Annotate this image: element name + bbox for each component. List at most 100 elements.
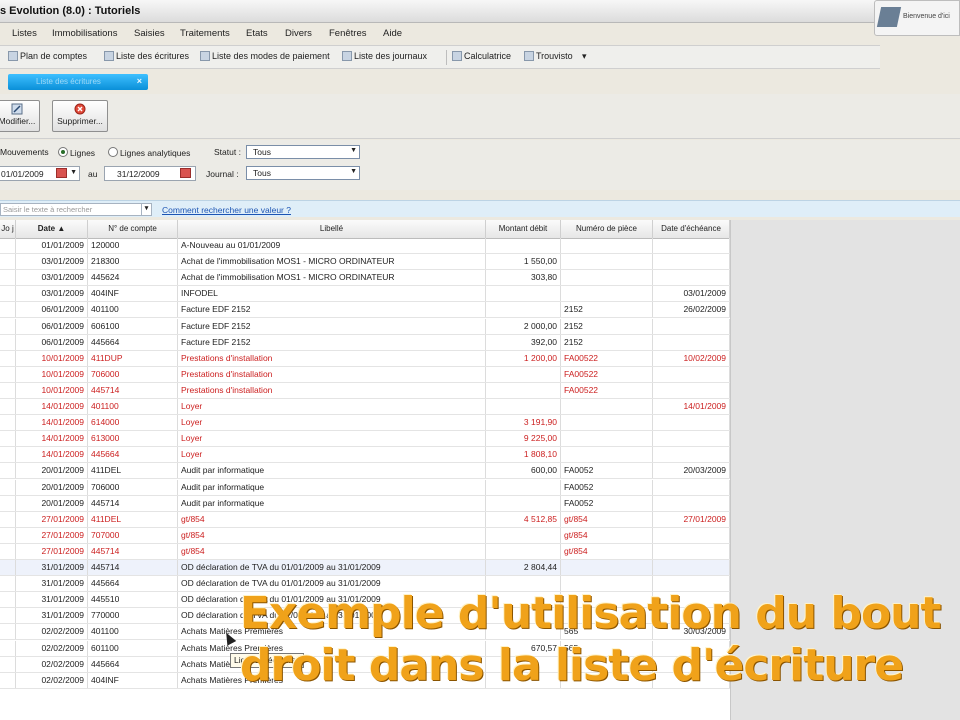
cell-piece: 2152	[561, 302, 653, 318]
cell-date: 27/01/2009	[16, 543, 88, 559]
menu-aide[interactable]: Aide	[383, 28, 402, 39]
cell-debit	[486, 479, 561, 495]
menu-divers[interactable]: Divers	[285, 28, 312, 39]
menu-fenetres[interactable]: Fenêtres	[329, 28, 367, 39]
toolbar-overflow-chevron-icon[interactable]: ▾	[582, 51, 587, 62]
table-row[interactable]: 06/01/2009 401100 Facture EDF 2152 2152 26/0…	[0, 302, 730, 319]
menu-saisies[interactable]: Saisies	[134, 28, 165, 39]
radio-analytic-lines[interactable]: Lignes analytiques	[108, 147, 190, 158]
radio-analytic-label: Lignes analytiques	[120, 148, 191, 158]
menu-listes[interactable]: Listes	[12, 28, 37, 39]
cell-date: 27/01/2009	[16, 511, 88, 527]
badge-text: Bienvenue d'ici	[903, 13, 950, 20]
cell-due-date: 10/02/2009	[653, 350, 730, 366]
cell-label: Loyer	[178, 399, 486, 415]
table-row[interactable]: 14/01/2009 445664 Loyer 1 808,10	[0, 447, 730, 464]
col-piece[interactable]: Numéro de pièce	[561, 220, 653, 238]
menu-immobilisations[interactable]: Immobilisations	[52, 28, 117, 39]
cell-account: 445664	[88, 656, 178, 672]
col-label[interactable]: Libellé	[178, 220, 486, 238]
menu-bar: Listes Immobilisations Saisies Traitemen…	[0, 26, 880, 42]
cell-piece: FA00522	[561, 350, 653, 366]
chevron-down-icon[interactable]: ▼	[70, 169, 77, 176]
cell-debit	[486, 527, 561, 543]
cell-journal	[0, 286, 16, 302]
cell-label: Achat de l'immobilisation MOS1 - MICRO O…	[178, 254, 486, 270]
cell-due-date	[653, 495, 730, 511]
cell-debit: 392,00	[486, 334, 561, 350]
logo-icon	[876, 7, 902, 27]
cell-debit: 303,80	[486, 270, 561, 286]
table-row[interactable]: 03/01/2009 218300 Achat de l'immobilisatio…	[0, 254, 730, 271]
toolbar-modes-paiement-button[interactable]: Liste des modes de paiement	[200, 51, 330, 61]
app-logo-badge: Bienvenue d'ici	[874, 0, 960, 36]
cell-date: 02/02/2009	[16, 656, 88, 672]
cell-debit: 1 200,00	[486, 350, 561, 366]
table-row[interactable]: 01/01/2009 120000 A-Nouveau au 01/01/2009	[0, 238, 730, 255]
cell-debit	[486, 366, 561, 382]
search-input[interactable]: Saisir le texte à rechercher ▾	[0, 203, 152, 216]
cell-account: 404INF	[88, 286, 178, 302]
menu-traitements[interactable]: Traitements	[180, 28, 230, 39]
table-row[interactable]: 27/01/2009 411DEL gt/854 4 512,85 gt/854 27/0…	[0, 511, 730, 528]
radio-selected-icon	[58, 147, 68, 157]
col-due-date[interactable]: Date d'échéance	[653, 220, 730, 238]
table-row[interactable]: 10/01/2009 445714 Prestations d'installati…	[0, 382, 730, 399]
search-help-link[interactable]: Comment rechercher une valeur ?	[162, 205, 291, 215]
status-label: Statut :	[214, 147, 241, 157]
cell-account: 404INF	[88, 672, 178, 688]
toolbar-journaux-button[interactable]: Liste des journaux	[342, 51, 427, 61]
col-debit[interactable]: Montant débit	[486, 220, 561, 238]
date-from-field[interactable]: 01/01/2009 ▼	[0, 166, 80, 181]
table-row[interactable]: 20/01/2009 706000 Audit par informatique FA…	[0, 479, 730, 496]
search-dropdown-icon[interactable]: ▾	[141, 204, 151, 215]
table-header: Jo j Date ▲ N° de compte Libellé Montant…	[0, 220, 730, 239]
table-row[interactable]: 14/01/2009 613000 Loyer 9 225,00	[0, 431, 730, 448]
cell-date: 02/02/2009	[16, 624, 88, 640]
cell-label: OD déclaration de TVA du 01/01/2009 au 3…	[178, 560, 486, 576]
table-row[interactable]: 27/01/2009 445714 gt/854 gt/854	[0, 543, 730, 560]
tab-close-icon[interactable]: ×	[137, 76, 142, 86]
toolbar-liste-ecritures-button[interactable]: Liste des écritures	[104, 51, 189, 61]
cell-account: 445714	[88, 382, 178, 398]
table-row[interactable]: 10/01/2009 411DUP Prestations d'installati…	[0, 350, 730, 367]
modify-button[interactable]: Modifier...	[0, 100, 40, 132]
toolbar-trouvisto-button[interactable]: Trouvisto	[524, 51, 573, 61]
table-row[interactable]: 14/01/2009 401100 Loyer 14/01/2009	[0, 399, 730, 416]
cell-journal	[0, 656, 16, 672]
cell-account: 613000	[88, 431, 178, 447]
table-row[interactable]: 14/01/2009 614000 Loyer 3 191,90	[0, 415, 730, 432]
table-row[interactable]: 10/01/2009 706000 Prestations d'installati…	[0, 366, 730, 383]
table-row[interactable]: 03/01/2009 404INF INFODEL 03/01/2009	[0, 286, 730, 303]
cell-journal	[0, 608, 16, 624]
cell-debit: 4 512,85	[486, 511, 561, 527]
table-row[interactable]: 20/01/2009 445714 Audit par informatique FA…	[0, 495, 730, 512]
col-date[interactable]: Date ▲	[16, 220, 88, 238]
calendar-icon[interactable]	[56, 168, 67, 178]
calendar-icon[interactable]	[180, 168, 191, 178]
table-row[interactable]: 03/01/2009 445624 Achat de l'immobilisatio…	[0, 270, 730, 287]
status-select[interactable]: Tous ▼	[246, 145, 360, 159]
journal-select[interactable]: Tous ▼	[246, 166, 360, 180]
table-row[interactable]: 06/01/2009 445664 Facture EDF 2152 392,00 21…	[0, 334, 730, 351]
table-row[interactable]: 31/01/2009 445714 OD déclaration de TVA du…	[0, 560, 730, 577]
menu-etats[interactable]: Etats	[246, 28, 268, 39]
table-row[interactable]: 06/01/2009 606100 Facture EDF 2152 2 000,00…	[0, 318, 730, 335]
list-icon	[104, 51, 114, 61]
col-account[interactable]: N° de compte	[88, 220, 178, 238]
date-to-field[interactable]: 31/12/2009	[104, 166, 196, 181]
tab-liste-ecritures[interactable]: Liste des écritures ×	[8, 74, 148, 90]
cell-account: 401100	[88, 399, 178, 415]
cell-label: Audit par informatique	[178, 463, 486, 479]
table-row[interactable]: 20/01/2009 411DEL Audit par informatique 60…	[0, 463, 730, 480]
cell-due-date: 20/03/2009	[653, 463, 730, 479]
toolbar-plan-comptes-button[interactable]: Plan de comptes	[8, 51, 87, 61]
table-row[interactable]: 27/01/2009 707000 gt/854 gt/854	[0, 527, 730, 544]
cell-label: Loyer	[178, 415, 486, 431]
col-journal[interactable]: Jo j	[0, 220, 16, 238]
radio-lines[interactable]: Lignes	[58, 147, 95, 158]
delete-button[interactable]: Supprimer...	[52, 100, 108, 132]
toolbar-calculatrice-button[interactable]: Calculatrice	[452, 51, 511, 61]
cell-piece	[561, 254, 653, 270]
cell-date: 06/01/2009	[16, 334, 88, 350]
